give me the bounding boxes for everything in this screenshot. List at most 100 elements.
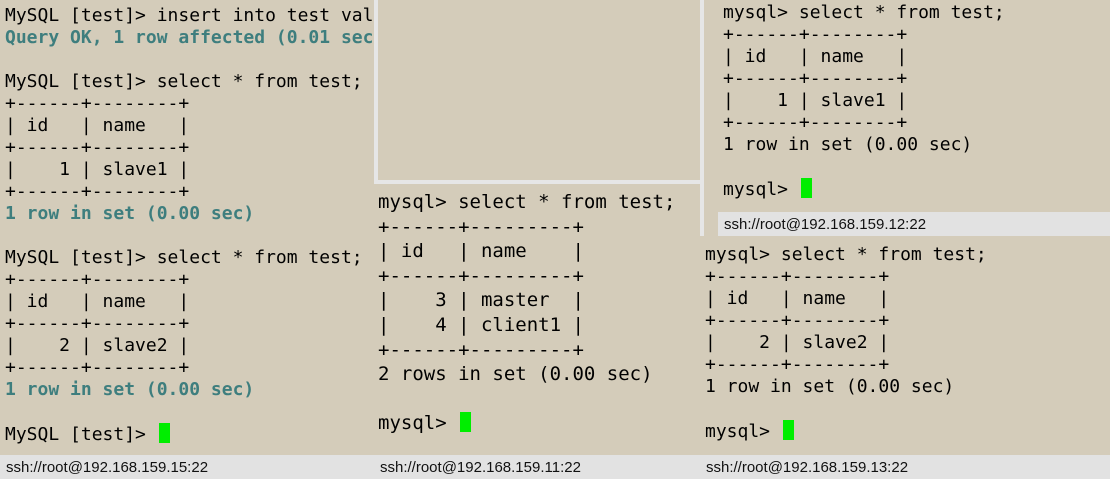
- terminal-line-text: +------+--------+: [705, 310, 890, 331]
- terminal-line-text: +------+---------+: [378, 264, 584, 287]
- terminal-line-text: | 1 | slave1 |: [5, 159, 190, 180]
- terminal-line-text: | 3 | master |: [378, 289, 584, 312]
- terminal-line-text: +------+--------+: [5, 181, 190, 202]
- terminal-line-text: mysql>: [705, 421, 781, 442]
- terminal-line: Query OK, 1 row affected (0.01 sec): [5, 27, 374, 49]
- terminal-line-text: 1 row in set (0.00 sec): [5, 379, 255, 400]
- terminal-line: 2 rows in set (0.00 sec): [378, 362, 675, 387]
- terminal-pane-13[interactable]: mysql> select * from test; +------+------…: [700, 236, 1110, 479]
- terminal-line: 1 row in set (0.00 sec): [5, 203, 374, 225]
- terminal-line-text: 2 rows in set (0.00 sec): [378, 363, 653, 386]
- terminal-line: +------+---------+: [378, 215, 675, 240]
- terminal-line: mysql>: [705, 420, 987, 442]
- terminal-line: mysql> select * from test;: [378, 190, 675, 215]
- terminal-line-text: +------+--------+: [5, 357, 190, 378]
- terminal-line-text: MySQL [test]> select * from test;: [5, 71, 363, 92]
- terminal-line: 1 row in set (0.00 sec): [723, 134, 1005, 156]
- status-bar: ssh://root@192.168.159.12:22: [718, 212, 1110, 236]
- terminal-line: | id | name |: [705, 288, 987, 310]
- terminal-line: +------+---------+: [378, 264, 675, 289]
- terminal-cursor: [158, 423, 170, 443]
- terminal-output: mysql> select * from test; +------+------…: [723, 2, 1005, 200]
- status-bar: ssh://root@192.168.159.11:22: [374, 455, 700, 479]
- terminal-line: | id | name |: [5, 115, 374, 137]
- terminal-line-text: 1 row in set (0.00 sec): [5, 203, 255, 224]
- terminal-line: +------+--------+: [5, 181, 374, 203]
- terminal-line-text: +------+--------+: [705, 266, 890, 287]
- terminal-line: +------+---------+: [378, 338, 675, 363]
- terminal-line-text: +------+--------+: [723, 68, 908, 89]
- terminal-line-text: mysql>: [723, 179, 799, 200]
- terminal-line-text: +------+---------+: [378, 215, 584, 238]
- terminal-line-text: +------+--------+: [5, 313, 190, 334]
- terminal-pane-12[interactable]: mysql> select * from test; +------+------…: [718, 0, 1110, 236]
- terminal-output: MySQL [test]> insert into test values(4,…: [5, 5, 374, 445]
- terminal-line: mysql>: [378, 411, 675, 436]
- terminal-line-text: +------+--------+: [5, 137, 190, 158]
- terminal-line: +------+--------+: [705, 266, 987, 288]
- terminal-line: | 3 | master |: [378, 288, 675, 313]
- terminal-line-text: 1 row in set (0.00 sec): [723, 134, 973, 155]
- terminal-line-text: MySQL [test]> select * from test;: [5, 247, 363, 268]
- terminal-line: +------+--------+: [723, 68, 1005, 90]
- terminal-line-text: +------+--------+: [705, 354, 890, 375]
- terminal-line: 1 row in set (0.00 sec): [705, 376, 987, 398]
- terminal-line: | 2 | slave2 |: [5, 335, 374, 357]
- terminal-line-text: Query OK, 1 row affected (0.01 sec): [5, 27, 374, 48]
- terminal-line-text: mysql> select * from test;: [705, 244, 987, 265]
- terminal-line-text: +------+---------+: [378, 338, 584, 361]
- terminal-cursor: [460, 412, 472, 433]
- terminal-line: +------+--------+: [723, 112, 1005, 134]
- terminal-line-text: +------+--------+: [723, 24, 908, 45]
- terminal-line-text: MySQL [test]>: [5, 424, 157, 445]
- terminal-line-text: | id | name |: [723, 46, 908, 67]
- terminal-line-text: | id | name |: [378, 240, 584, 263]
- terminal-line: mysql> select * from test;: [723, 2, 1005, 24]
- terminal-line: | 4 | client1 |: [378, 313, 675, 338]
- terminal-line: MySQL [test]> select * from test;: [5, 247, 374, 269]
- terminal-line: +------+--------+: [5, 137, 374, 159]
- terminal-line-text: +------+--------+: [5, 269, 190, 290]
- terminal-cursor: [782, 420, 794, 440]
- terminal-line: 1 row in set (0.00 sec): [5, 379, 374, 401]
- terminal-line: +------+--------+: [705, 354, 987, 376]
- terminal-line: | 1 | slave1 |: [723, 90, 1005, 112]
- terminal-line: mysql> select * from test;: [705, 244, 987, 266]
- terminal-line-text: | id | name |: [5, 115, 190, 136]
- terminal-output: mysql> select * from test; +------+------…: [705, 244, 987, 442]
- terminal-pane-11[interactable]: mysql> select * from test; +------+------…: [374, 184, 700, 479]
- terminal-line: +------+--------+: [5, 313, 374, 335]
- terminal-pane-15[interactable]: MySQL [test]> insert into test values(4,…: [0, 0, 374, 479]
- terminal-line-text: | id | name |: [705, 288, 890, 309]
- terminal-line-text: +------+--------+: [723, 112, 908, 133]
- terminal-line: +------+--------+: [705, 310, 987, 332]
- status-bar: ssh://root@192.168.159.15:22: [0, 455, 374, 479]
- terminal-line-text: | 2 | slave2 |: [705, 332, 890, 353]
- terminal-line: | id | name |: [378, 239, 675, 264]
- terminal-line: mysql>: [723, 178, 1005, 200]
- terminal-line-text: | 1 | slave1 |: [723, 90, 908, 111]
- terminal-line: | id | name |: [5, 291, 374, 313]
- terminal-line: MySQL [test]> insert into test values(4,…: [5, 5, 374, 27]
- terminal-line-text: mysql> select * from test;: [723, 2, 1005, 23]
- terminal-line-text: +------+--------+: [5, 93, 190, 114]
- terminal-line-text: 1 row in set (0.00 sec): [705, 376, 955, 397]
- terminal-line: | id | name |: [723, 46, 1005, 68]
- terminal-cursor: [800, 178, 812, 198]
- terminal-line: +------+--------+: [723, 24, 1005, 46]
- terminal-line-text: MySQL [test]> insert into test values(4,…: [5, 5, 374, 26]
- terminal-line-text: mysql> select * from test;: [378, 191, 676, 213]
- terminal-line-text: | 2 | slave2 |: [5, 335, 190, 356]
- terminal-output: mysql> select * from test; +------+------…: [378, 190, 675, 436]
- status-bar: ssh://root@192.168.159.13:22: [700, 455, 1110, 479]
- terminal-line: +------+--------+: [5, 269, 374, 291]
- terminal-line: | 2 | slave2 |: [705, 332, 987, 354]
- terminal-line-text: | 4 | client1 |: [378, 313, 584, 336]
- terminal-line: MySQL [test]> select * from test;: [5, 71, 374, 93]
- terminal-line: +------+--------+: [5, 93, 374, 115]
